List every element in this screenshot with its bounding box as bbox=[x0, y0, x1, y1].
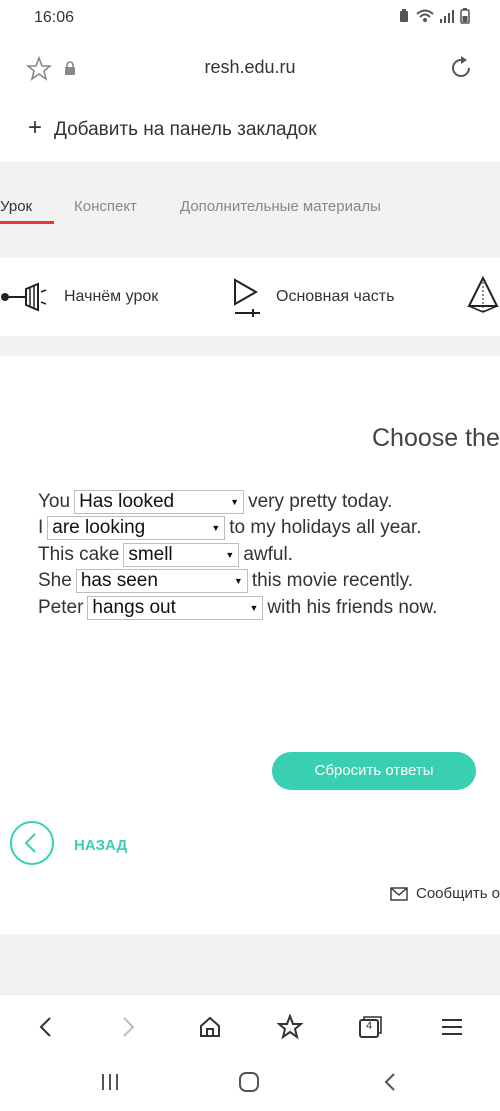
system-navigation bbox=[0, 1058, 500, 1111]
sentence-before: You bbox=[38, 491, 71, 512]
forward-nav-button[interactable] bbox=[112, 1011, 144, 1043]
task-title: Choose the bbox=[372, 424, 500, 452]
lesson-parts: Начнём урок Основная часть bbox=[0, 258, 500, 336]
menu-button[interactable] bbox=[436, 1011, 468, 1043]
clock: 16:06 bbox=[34, 9, 75, 26]
sentence-row: This cake smell ▼ awful. bbox=[38, 543, 293, 567]
url-field[interactable]: resh.edu.ru bbox=[0, 57, 500, 78]
tab-summary[interactable]: Конспект bbox=[74, 198, 137, 215]
status-bar: 16:06 bbox=[0, 0, 500, 40]
sentence-row: Peter hangs out ▼ with his friends now. bbox=[38, 596, 437, 620]
back-button[interactable] bbox=[10, 821, 54, 865]
tab-lesson[interactable]: Урок bbox=[0, 198, 32, 215]
selected-value: has seen bbox=[80, 570, 158, 591]
answer-select[interactable]: are looking ▼ bbox=[47, 516, 226, 540]
selected-value: Has looked bbox=[79, 491, 175, 512]
report-link[interactable]: Сообщить о bbox=[390, 885, 500, 902]
part-start[interactable]: Начнём урок bbox=[64, 288, 158, 306]
chevron-left-icon bbox=[39, 1017, 51, 1037]
browser-toolbar: 4 bbox=[0, 994, 500, 1059]
wifi-icon bbox=[416, 9, 434, 22]
answer-select[interactable]: Has looked ▼ bbox=[74, 490, 245, 514]
home-square-icon[interactable] bbox=[238, 1071, 260, 1093]
back-nav-button[interactable] bbox=[30, 1011, 62, 1043]
tab-count: 4 bbox=[366, 1020, 373, 1032]
part-main[interactable]: Основная часть bbox=[276, 288, 394, 306]
sentence-after: to my holidays all year. bbox=[229, 517, 422, 538]
sentence-after: very pretty today. bbox=[248, 491, 393, 512]
bookmarks-button[interactable] bbox=[274, 1011, 306, 1043]
selected-value: hangs out bbox=[92, 597, 176, 618]
dropdown-arrow-icon: ▼ bbox=[230, 497, 240, 507]
add-bookmark-label: Добавить на панель закладок bbox=[54, 119, 317, 140]
sentence-before: Peter bbox=[38, 597, 84, 618]
dropdown-arrow-icon: ▼ bbox=[233, 576, 243, 586]
sentence-before: I bbox=[38, 517, 44, 538]
selected-value: smell bbox=[128, 544, 173, 565]
sentence-before: She bbox=[38, 570, 72, 591]
tabs-button[interactable]: 4 bbox=[354, 1011, 386, 1043]
sentence-after: awful. bbox=[243, 544, 293, 565]
sentence-row: She has seen ▼ this movie recently. bbox=[38, 569, 413, 593]
add-bookmark-row[interactable]: + Добавить на панель закладок bbox=[0, 100, 500, 162]
answer-select[interactable]: hangs out ▼ bbox=[87, 596, 264, 620]
status-icons bbox=[398, 8, 470, 24]
battery-saver-icon bbox=[400, 9, 408, 22]
dropdown-arrow-icon: ▼ bbox=[211, 523, 221, 533]
home-icon bbox=[200, 1016, 220, 1037]
chevron-right-icon bbox=[123, 1017, 135, 1037]
lesson-tabs: Урок Конспект Дополнительные материалы bbox=[0, 162, 500, 258]
back-link[interactable]: НАЗАД bbox=[74, 837, 127, 854]
recent-apps-icon[interactable] bbox=[100, 1072, 120, 1092]
back-icon[interactable] bbox=[380, 1071, 400, 1093]
sentence-after: with his friends now. bbox=[267, 597, 438, 618]
plus-icon: + bbox=[28, 114, 43, 141]
sentence-before: This cake bbox=[38, 544, 120, 565]
reload-icon[interactable] bbox=[448, 55, 474, 81]
active-tab-indicator bbox=[0, 221, 54, 224]
selected-value: are looking bbox=[52, 517, 146, 538]
home-button[interactable] bbox=[194, 1011, 226, 1043]
play-icon bbox=[234, 278, 260, 317]
dropdown-arrow-icon: ▼ bbox=[225, 550, 235, 560]
sentence-row: I are looking ▼ to my holidays all year. bbox=[38, 516, 421, 540]
pyramid-icon bbox=[467, 276, 499, 313]
answer-select[interactable]: smell ▼ bbox=[123, 543, 240, 567]
battery-icon bbox=[460, 8, 470, 24]
sentence-row: You Has looked ▼ very pretty today. bbox=[38, 490, 392, 514]
megaphone-icon bbox=[1, 282, 47, 312]
reset-answers-button[interactable]: Сбросить ответы bbox=[272, 752, 476, 790]
dropdown-arrow-icon: ▼ bbox=[249, 603, 259, 613]
address-bar: resh.edu.ru bbox=[0, 40, 500, 100]
menu-icon bbox=[442, 1019, 462, 1035]
sentence-after: this movie recently. bbox=[251, 570, 414, 591]
chevron-left-icon bbox=[24, 833, 36, 853]
tab-additional[interactable]: Дополнительные материалы bbox=[180, 198, 381, 215]
star-icon bbox=[277, 1014, 303, 1040]
report-label: Сообщить о bbox=[416, 885, 500, 902]
exercise-card: Choose the You Has looked ▼ very pretty … bbox=[0, 356, 500, 934]
signal-icon bbox=[440, 10, 454, 23]
envelope-icon bbox=[390, 886, 408, 901]
answer-select[interactable]: has seen ▼ bbox=[75, 569, 248, 593]
